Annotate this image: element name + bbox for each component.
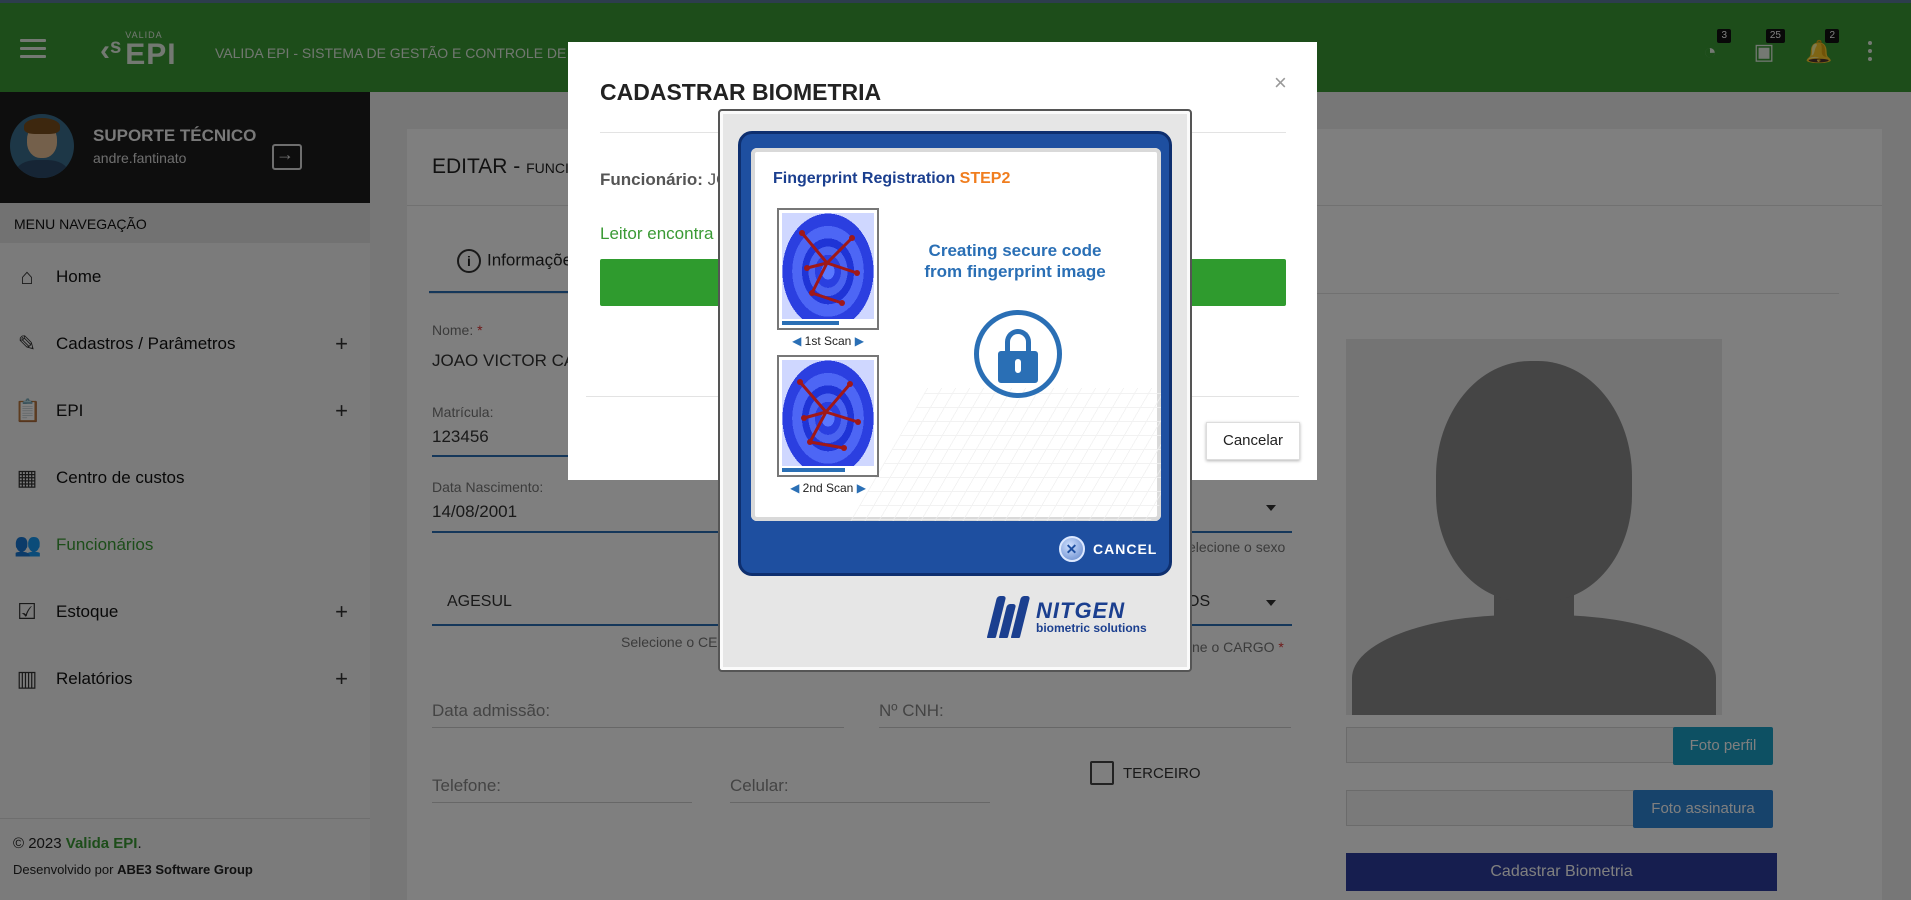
close-icon[interactable]: × <box>1274 70 1287 96</box>
second-scan-label: ◀ 2nd Scan ▶ <box>790 481 866 495</box>
nitgen-step: STEP2 <box>959 170 1011 187</box>
cancel-x-icon: ✕ <box>1059 536 1085 562</box>
modal-title: CADASTRAR BIOMETRIA <box>600 79 882 105</box>
nitgen-panel: Fingerprint Registration STEP2 ◀ 1st Sca… <box>751 148 1161 521</box>
first-scan-image <box>777 208 879 330</box>
first-scan-label: ◀ 1st Scan ▶ <box>792 334 864 348</box>
second-scan-progress <box>782 468 845 472</box>
nitgen-frame: Fingerprint Registration STEP2 ◀ 1st Sca… <box>738 131 1172 576</box>
nitgen-logo-icon <box>986 596 1033 638</box>
nitgen-fingerprint-dialog: Fingerprint Registration STEP2 ◀ 1st Sca… <box>718 109 1192 672</box>
cancel-button[interactable]: Cancelar <box>1206 422 1300 460</box>
modal-employee: Funcionário: JO <box>600 170 730 189</box>
second-scan-image <box>777 355 879 477</box>
nitgen-cancel-button[interactable]: ✕ CANCEL <box>1059 536 1157 562</box>
nitgen-brand-sub: biometric solutions <box>1036 620 1147 635</box>
reader-status-message: Leitor encontra <box>600 224 714 243</box>
nitgen-brand: NITGEN <box>1036 597 1126 623</box>
first-scan-progress <box>782 321 840 325</box>
nitgen-title: Fingerprint Registration STEP2 <box>773 170 1011 187</box>
nitgen-status-message: Creating secure code from fingerprint im… <box>924 241 1106 281</box>
lock-icon <box>974 310 1062 398</box>
nitgen-logo: NITGEN biometric solutions <box>986 596 1147 638</box>
